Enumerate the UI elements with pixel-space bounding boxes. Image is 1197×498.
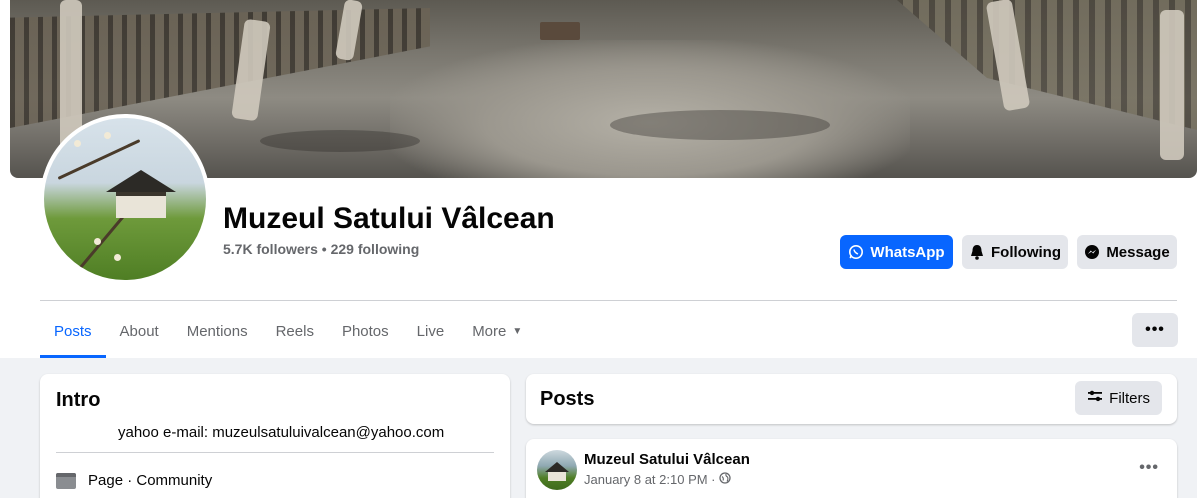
- tab-label: More: [472, 323, 507, 340]
- cover-bench: [540, 22, 580, 40]
- cover-tree: [1160, 10, 1184, 160]
- post-author-avatar[interactable]: [537, 450, 577, 490]
- whatsapp-button[interactable]: WhatsApp: [840, 235, 953, 269]
- messenger-icon: [1084, 244, 1100, 260]
- tab-photos[interactable]: Photos: [328, 305, 403, 358]
- post-card: Muzeul Satului Vâlcean January 8 at 2:10…: [526, 439, 1177, 498]
- avatar-house-walls: [548, 472, 566, 481]
- message-button[interactable]: Message: [1077, 235, 1177, 269]
- filters-button[interactable]: Filters: [1075, 381, 1162, 415]
- tab-label: Live: [416, 323, 445, 340]
- following-label: Following: [991, 243, 1061, 261]
- page-title: Muzeul Satului Vâlcean: [223, 202, 555, 235]
- whatsapp-icon: [848, 244, 864, 260]
- sliders-icon: [1087, 389, 1103, 407]
- avatar-blossom: [94, 238, 101, 245]
- tab-posts[interactable]: Posts: [40, 305, 106, 358]
- posts-header-card: Posts Filters: [526, 374, 1177, 424]
- intro-category: Page · Community: [88, 472, 213, 489]
- avatar-blossom: [74, 140, 81, 147]
- tab-label: Reels: [275, 323, 314, 340]
- tab-label: Photos: [341, 323, 389, 340]
- intro-bio: yahoo e-mail: muzeulsatuluivalcean@yahoo…: [118, 424, 445, 441]
- avatar-blossom: [104, 132, 111, 139]
- profile-avatar[interactable]: [40, 114, 210, 284]
- tab-label: Posts: [54, 323, 92, 340]
- tab-more[interactable]: More ▼: [458, 305, 536, 358]
- tab-mentions[interactable]: Mentions: [173, 305, 262, 358]
- following-button[interactable]: Following: [962, 235, 1068, 269]
- tab-about[interactable]: About: [106, 305, 173, 358]
- intro-divider: [56, 452, 494, 453]
- post-time: January 8 at 2:10 PM ·: [584, 472, 716, 487]
- page-flag-icon: [56, 472, 76, 489]
- avatar-blossom: [114, 254, 121, 261]
- cover-shadow: [610, 110, 830, 140]
- more-options-button[interactable]: •••: [1132, 313, 1178, 347]
- intro-category-row: Page · Community: [56, 472, 212, 489]
- tab-live[interactable]: Live: [403, 305, 459, 358]
- caret-down-icon: ▼: [512, 326, 523, 337]
- profile-tabs: Posts About Mentions Reels Photos Live M…: [40, 305, 536, 358]
- post-author-name[interactable]: Muzeul Satului Vâlcean: [584, 451, 750, 468]
- page-stats[interactable]: 5.7K followers • 229 following: [223, 241, 419, 257]
- avatar-house-walls: [116, 192, 166, 218]
- whatsapp-label: WhatsApp: [870, 243, 945, 261]
- globe-icon: [718, 472, 731, 487]
- message-label: Message: [1106, 243, 1170, 261]
- intro-card: Intro yahoo e-mail: muzeulsatuluivalcean…: [40, 374, 510, 498]
- cover-fence-right: [897, 0, 1197, 130]
- posts-title: Posts: [540, 388, 595, 410]
- cover-shadow: [260, 130, 420, 152]
- intro-title: Intro: [56, 389, 101, 411]
- tab-label: About: [119, 323, 159, 340]
- header-divider: [40, 300, 1177, 301]
- avatar-house-roof: [106, 170, 176, 192]
- filters-label: Filters: [1109, 389, 1150, 407]
- post-timestamp[interactable]: January 8 at 2:10 PM ·: [584, 472, 731, 487]
- post-options-button[interactable]: •••: [1139, 459, 1159, 477]
- avatar-house-roof: [545, 462, 569, 472]
- cover-path: [390, 40, 910, 178]
- tab-label: Mentions: [186, 323, 248, 340]
- avatar-house: [106, 170, 176, 220]
- tab-reels[interactable]: Reels: [262, 305, 328, 358]
- bell-icon: [969, 244, 985, 260]
